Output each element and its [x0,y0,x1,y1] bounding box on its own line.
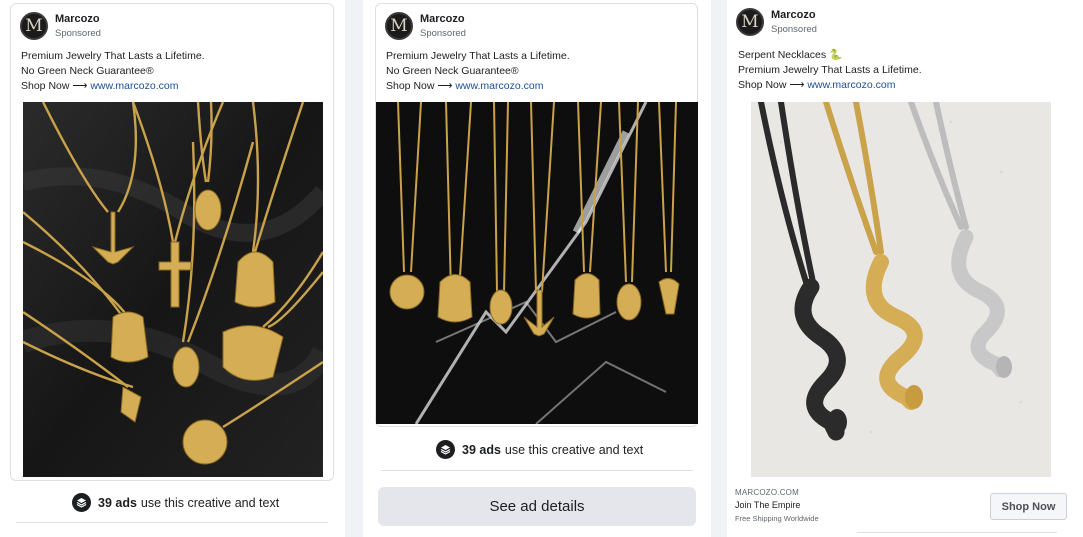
ads-count-suffix: use this creative and text [140,495,280,510]
shop-now-text: Shop Now ⟶ [386,80,453,92]
divider [16,522,328,523]
ad-card-1: M Marcozo Sponsored Premium Jewelry That… [10,3,334,481]
ads-count-suffix: use this creative and text [504,442,644,457]
ad-text-line-2: Premium Jewelry That Lasts a Lifetime. [738,64,922,76]
ad-image-pendant-row[interactable] [376,102,698,424]
brand-avatar[interactable]: M [385,12,413,40]
sponsored-label: Sponsored [420,28,466,39]
divider [857,532,1057,533]
website-link[interactable]: www.marcozo.com [807,79,895,91]
ads-count: 39 ads [98,495,137,510]
website-link[interactable]: www.marcozo.com [90,80,178,92]
ad-text-line-2: No Green Neck Guarantee® [21,65,154,77]
shop-now-text: Shop Now ⟶ [21,80,88,92]
ads-count-row[interactable]: 39 ads use this creative and text [72,493,279,512]
brand-avatar[interactable]: M [20,12,48,40]
ad-text-line-3: Shop Now ⟶ www.marcozo.com [386,79,543,94]
sponsored-label: Sponsored [771,24,817,35]
website-link[interactable]: www.marcozo.com [455,80,543,92]
ad-text-line-1: Premium Jewelry That Lasts a Lifetime. [21,50,205,62]
sponsored-label: Sponsored [55,28,101,39]
footer-description: Free Shipping Worldwide [735,514,819,523]
shop-now-button[interactable]: Shop Now [990,493,1067,520]
ads-count: 39 ads [462,442,501,457]
ad-column-2: M Marcozo Sponsored Premium Jewelry That… [363,0,711,537]
ad-text-line-3: Shop Now ⟶ www.marcozo.com [21,79,178,94]
ad-text-line-1: Serpent Necklaces 🐍 [738,49,843,61]
divider [381,470,693,471]
ad-text-line-1: Premium Jewelry That Lasts a Lifetime. [386,50,570,62]
ad-column-1: M Marcozo Sponsored Premium Jewelry That… [0,0,345,537]
brand-avatar[interactable]: M [736,8,764,36]
brand-name[interactable]: Marcozo [420,13,465,25]
footer-title: Join The Empire [735,500,801,510]
stack-layers-icon [72,493,91,512]
shop-now-text: Shop Now ⟶ [738,79,805,91]
ad-column-3: M Marcozo Sponsored Serpent Necklaces 🐍 … [727,0,1083,537]
brand-name[interactable]: Marcozo [771,9,816,21]
footer-domain: MARCOZO.COM [735,488,799,497]
ad-card-2: M Marcozo Sponsored Premium Jewelry That… [375,3,698,427]
stack-layers-icon [436,440,455,459]
brand-name[interactable]: Marcozo [55,13,100,25]
see-ad-details-button[interactable]: See ad details [378,487,696,526]
ads-count-row[interactable]: 39 ads use this creative and text [436,440,643,459]
ad-image-serpent-necklaces[interactable] [751,102,1051,477]
ad-text-line-2: No Green Neck Guarantee® [386,65,519,77]
ad-image-gold-pendants[interactable] [23,102,323,477]
ad-text-line-3: Shop Now ⟶ www.marcozo.com [738,78,895,93]
